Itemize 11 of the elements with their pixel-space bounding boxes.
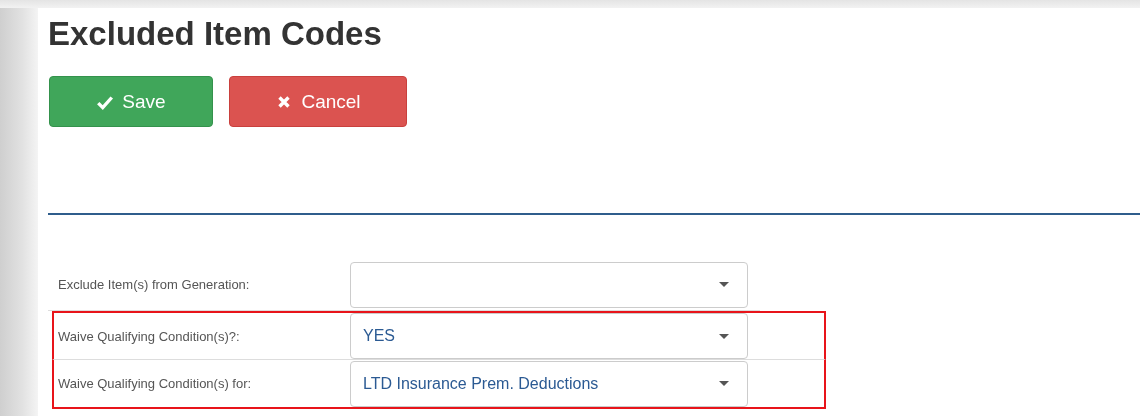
dropdown-field[interactable] [350,261,748,308]
field-label: Waive Qualifying Condition(s)?: [57,328,241,344]
caret-icon [719,282,729,287]
page-title: Excluded Item Codes [48,14,383,54]
dropdown-field[interactable]: LTD Insurance Prem. Deductions [350,360,748,407]
caret-icon [719,381,729,386]
cancel-button[interactable]: Cancel [229,76,407,127]
field-label: Waive Qualifying Condition(s) for: [57,376,253,391]
field-label: Exclude Item(s) from Generation: [57,277,251,292]
dropdown-field[interactable]: YES [350,313,748,359]
caret-icon [719,333,729,339]
